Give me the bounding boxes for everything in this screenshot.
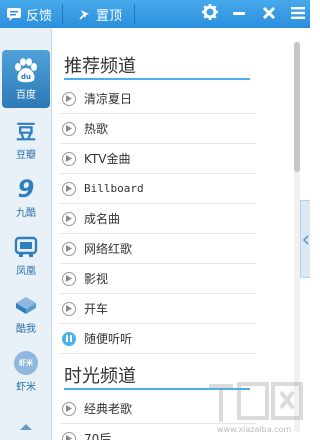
play-icon[interactable]: [62, 241, 76, 256]
baidu-glyph: du: [21, 73, 31, 81]
play-icon[interactable]: [62, 401, 76, 416]
feedback-icon: [6, 7, 22, 21]
minimize-icon: [232, 5, 246, 24]
play-icon[interactable]: [62, 151, 76, 166]
sidebar-item-label: 豆瓣: [16, 149, 36, 161]
pause-icon[interactable]: [62, 331, 76, 346]
channel-item[interactable]: 热歌: [60, 114, 256, 144]
channel-label: 清凉夏日: [84, 92, 133, 106]
channel-item[interactable]: 影视: [60, 264, 256, 294]
channel-item[interactable]: KTV金曲: [60, 144, 256, 174]
pin-button[interactable]: 置顶: [78, 0, 122, 28]
fenghuang-icon: [14, 234, 38, 260]
channel-label: 70后: [84, 432, 112, 440]
channel-label: KTV金曲: [84, 152, 131, 166]
watermark-url: www.xiazaiba.com: [217, 425, 292, 434]
baidu-icon: du: [12, 57, 40, 84]
chevron-left-icon: [302, 230, 309, 249]
play-icon[interactable]: [62, 271, 76, 286]
kuwo-icon: [13, 292, 39, 318]
xiami-glyph: 虾米: [14, 350, 38, 375]
play-icon[interactable]: [62, 91, 76, 106]
play-icon[interactable]: [62, 121, 76, 136]
settings-icon: [202, 4, 218, 24]
channel-label: 成名曲: [84, 212, 121, 226]
close-button[interactable]: [262, 0, 276, 28]
sidebar-item-label: 虾米: [16, 381, 36, 393]
sidebar-item-label: 酷我: [16, 323, 36, 335]
douban-icon: 豆: [16, 120, 36, 144]
collapse-panel-handle[interactable]: [300, 200, 310, 278]
channel-label: 经典老歌: [84, 402, 133, 416]
pin-label: 置顶: [96, 8, 123, 24]
play-icon[interactable]: [62, 181, 76, 196]
sidebar-item-douban[interactable]: 豆 豆瓣: [0, 110, 52, 168]
minimize-button[interactable]: [232, 0, 246, 28]
sidebar-item-baidu[interactable]: du 百度: [2, 50, 50, 108]
sidebar-item-xiami[interactable]: 虾米 虾米: [0, 342, 52, 400]
channel-label: 网络红歌: [84, 242, 133, 256]
play-icon[interactable]: [62, 301, 76, 316]
scrollbar-thumb[interactable]: [294, 42, 300, 172]
channel-item[interactable]: 成名曲: [60, 204, 256, 234]
play-icon[interactable]: [62, 431, 76, 440]
settings-button[interactable]: [202, 0, 218, 28]
title-bar: 反馈 置顶: [0, 0, 310, 28]
channel-label: 影视: [84, 272, 109, 286]
menu-button[interactable]: [290, 0, 306, 28]
sidebar-item-label: 百度: [16, 89, 36, 101]
sidebar-item-fenghuang[interactable]: 凤凰: [0, 226, 52, 284]
sidebar-item-kuwo[interactable]: 酷我: [0, 284, 52, 342]
feedback-label: 反馈: [26, 8, 53, 24]
channel-item[interactable]: Billboard: [60, 174, 256, 204]
channel-label: 随便听听: [84, 332, 133, 346]
sidebar-item-jiuku[interactable]: 9 九酷: [0, 168, 52, 226]
channel-item-playing[interactable]: 随便听听: [60, 324, 256, 354]
sidebar-item-label: 凤凰: [16, 265, 36, 277]
feedback-button[interactable]: 反馈: [6, 0, 52, 28]
channel-item[interactable]: 开车: [60, 294, 256, 324]
scroll-up-arrow-icon[interactable]: [19, 416, 33, 435]
menu-icon: [290, 5, 306, 24]
source-sidebar: du 百度 豆 豆瓣 9 九酷 凤凰 酷我 虾米 虾米: [0, 28, 52, 440]
channel-item[interactable]: 清凉夏日: [60, 84, 256, 114]
sidebar-item-label: 九酷: [16, 207, 36, 219]
section-title: 推荐频道: [64, 50, 250, 80]
channel-label: 开车: [84, 302, 109, 316]
channel-label: Billboard: [84, 182, 144, 195]
xiami-icon: 虾米: [14, 350, 38, 376]
play-icon[interactable]: [62, 211, 76, 226]
channel-label: 热歌: [84, 122, 109, 136]
divider: [134, 4, 135, 24]
divider: [62, 4, 63, 24]
jiuku-icon: 9: [17, 174, 35, 203]
pin-icon: [78, 7, 92, 21]
close-icon: [262, 5, 276, 24]
channel-item[interactable]: 网络红歌: [60, 234, 256, 264]
